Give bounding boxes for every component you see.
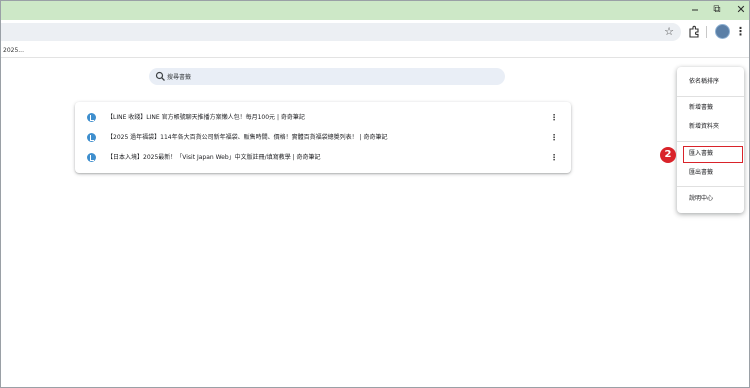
bookmarks-bar: 2025... bbox=[1, 44, 749, 58]
close-button[interactable]: ✕ bbox=[730, 2, 749, 18]
minimize-icon bbox=[692, 9, 698, 11]
more-options-button[interactable]: ⋮ bbox=[549, 131, 559, 144]
bookmark-title[interactable]: 【2025 過年福袋】114年各大百貨公司新年福袋、販售時間、價格！實體百貨福袋… bbox=[107, 132, 547, 143]
menu-item-help-center[interactable]: 說明中心 bbox=[677, 191, 744, 207]
list-item[interactable]: 【LINE 收錢】LINE 官方帳號聊天推播方案懶人包！每月100元 | 奇奇筆… bbox=[75, 108, 571, 128]
address-bar[interactable]: ☆ bbox=[1, 23, 681, 41]
browser-toolbar: ☆ ⋮ bbox=[1, 20, 749, 44]
extensions-button[interactable] bbox=[687, 25, 701, 39]
menu-divider bbox=[677, 141, 744, 142]
menu-item-add-folder[interactable]: 新增資料夾 bbox=[677, 119, 744, 135]
bookmark-title[interactable]: 【日本入境】2025最新！「Visit Japan Web」中文版註冊/填寫教學… bbox=[107, 152, 547, 163]
site-favicon-icon bbox=[87, 133, 96, 142]
bookmark-star-button[interactable]: ☆ bbox=[661, 23, 677, 41]
restore-button[interactable]: ⧉ bbox=[706, 2, 728, 18]
minimize-button[interactable] bbox=[684, 2, 706, 18]
menu-item-sort-by-name[interactable]: 依名稱排序 bbox=[677, 74, 744, 90]
more-options-button[interactable]: ⋮ bbox=[549, 151, 559, 164]
search-results-list: 【LINE 收錢】LINE 官方帳號聊天推播方案懶人包！每月100元 | 奇奇筆… bbox=[75, 102, 571, 173]
menu-divider bbox=[677, 96, 744, 97]
bookmark-bar-item[interactable]: 2025... bbox=[3, 45, 24, 56]
highlight-box bbox=[683, 146, 743, 163]
browser-window: ⧉ ✕ ☆ ⋮ 2025... 【LINE 收錢】LINE 官方帳號聊天推播方案… bbox=[0, 0, 750, 388]
profile-avatar[interactable] bbox=[715, 24, 730, 39]
organize-menu: 依名稱排序 新增書籤 新增資料夾 匯入書籤 匯出書籤 說明中心 bbox=[677, 67, 744, 213]
search-icon bbox=[155, 71, 165, 81]
menu-item-add-bookmark[interactable]: 新增書籤 bbox=[677, 100, 744, 116]
step-badge: 2 bbox=[660, 147, 676, 163]
list-item[interactable]: 【2025 過年福袋】114年各大百貨公司新年福袋、販售時間、價格！實體百貨福袋… bbox=[75, 128, 571, 148]
more-options-button[interactable]: ⋮ bbox=[549, 111, 559, 124]
search-input[interactable] bbox=[167, 70, 487, 83]
title-bar: ⧉ ✕ bbox=[1, 1, 749, 20]
site-favicon-icon bbox=[87, 113, 96, 122]
bookmark-title[interactable]: 【LINE 收錢】LINE 官方帳號聊天推播方案懶人包！每月100元 | 奇奇筆… bbox=[107, 112, 547, 123]
menu-item-export-bookmarks[interactable]: 匯出書籤 bbox=[677, 165, 744, 181]
browser-menu-button[interactable]: ⋮ bbox=[735, 24, 746, 40]
puzzle-icon bbox=[689, 25, 699, 38]
menu-divider bbox=[677, 186, 744, 187]
bookmark-search-box[interactable] bbox=[149, 68, 505, 85]
list-item[interactable]: 【日本入境】2025最新！「Visit Japan Web」中文版註冊/填寫教學… bbox=[75, 148, 571, 168]
toolbar-separator bbox=[706, 26, 707, 38]
site-favicon-icon bbox=[87, 153, 96, 162]
